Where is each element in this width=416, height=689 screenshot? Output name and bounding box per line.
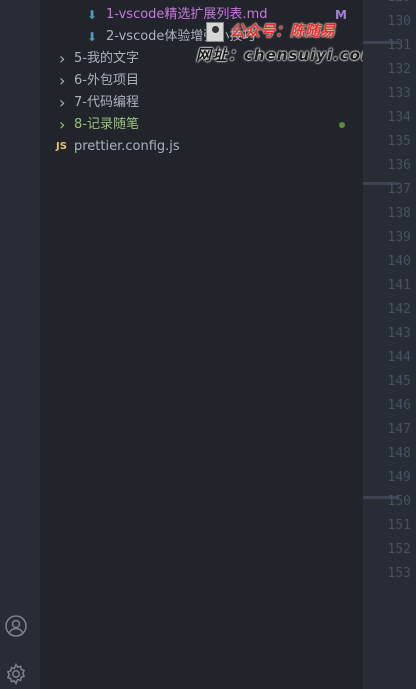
line-number: 151 bbox=[387, 518, 411, 533]
markdown-download-icon: ⬇ bbox=[87, 8, 98, 22]
line-number: 144 bbox=[387, 350, 411, 365]
folder-label: 6-外包项目 bbox=[74, 73, 139, 88]
line-number-gutter: 129 130 131 132 133 134 135 136 137 138 … bbox=[363, 0, 416, 689]
chevron-right-icon: › bbox=[59, 71, 66, 90]
modified-badge: M bbox=[335, 8, 347, 22]
line-number: 133 bbox=[387, 86, 411, 101]
line-number: 140 bbox=[387, 254, 411, 269]
javascript-file-icon: JS bbox=[56, 141, 67, 152]
line-number: 142 bbox=[387, 302, 411, 317]
line-number: 135 bbox=[387, 134, 411, 149]
gear-icon[interactable] bbox=[4, 662, 28, 686]
line-number: 132 bbox=[387, 62, 411, 77]
folder-label: 5-我的文字 bbox=[74, 51, 139, 66]
line-number: 143 bbox=[387, 326, 411, 341]
line-number: 153 bbox=[387, 566, 411, 581]
line-number: 130 bbox=[387, 14, 411, 29]
markdown-download-icon: ⬇ bbox=[87, 30, 98, 44]
line-number: 137 bbox=[387, 182, 411, 197]
chevron-right-icon: › bbox=[59, 49, 66, 68]
folder-label: 8-记录随笔 bbox=[74, 117, 139, 132]
file-item-vscode-tips[interactable]: ⬇ 2-vscode体验增强小技巧 bbox=[40, 26, 363, 48]
line-number: 146 bbox=[387, 398, 411, 413]
line-number: 134 bbox=[387, 110, 411, 125]
line-number: 136 bbox=[387, 158, 411, 173]
folder-item-my-writing[interactable]: › 5-我的文字 bbox=[40, 48, 363, 70]
line-number: 147 bbox=[387, 422, 411, 437]
folder-label: 7-代码编程 bbox=[74, 95, 139, 110]
line-number: 138 bbox=[387, 206, 411, 221]
account-icon[interactable] bbox=[4, 614, 28, 638]
file-label: prettier.config.js bbox=[74, 139, 180, 154]
file-label: 1-vscode精选扩展列表.md bbox=[106, 7, 268, 22]
file-item-prettier-config[interactable]: JS prettier.config.js bbox=[40, 136, 363, 158]
line-number: 141 bbox=[387, 278, 411, 293]
line-number: 148 bbox=[387, 446, 411, 461]
folder-item-outsourcing[interactable]: › 6-外包项目 bbox=[40, 70, 363, 92]
line-number: 139 bbox=[387, 230, 411, 245]
explorer-tree: ⬇ 1-vscode精选扩展列表.md M ⬇ 2-vscode体验增强小技巧 … bbox=[40, 0, 363, 689]
line-number: 129 bbox=[366, 0, 411, 10]
file-label: 2-vscode体验增强小技巧 bbox=[106, 29, 256, 44]
line-number: 150 bbox=[387, 494, 411, 509]
line-number: 149 bbox=[387, 470, 411, 485]
chevron-right-icon: › bbox=[59, 93, 66, 112]
folder-item-coding[interactable]: › 7-代码编程 bbox=[40, 92, 363, 114]
chevron-right-icon: › bbox=[59, 115, 66, 134]
folder-item-notes[interactable]: › 8-记录随笔 bbox=[40, 114, 363, 136]
line-number: 145 bbox=[387, 374, 411, 389]
file-item-vscode-extensions[interactable]: ⬇ 1-vscode精选扩展列表.md M bbox=[40, 4, 363, 26]
line-number: 152 bbox=[387, 542, 411, 557]
line-number: 131 bbox=[387, 38, 411, 53]
untracked-dot bbox=[339, 122, 345, 128]
activity-bar bbox=[0, 0, 40, 689]
